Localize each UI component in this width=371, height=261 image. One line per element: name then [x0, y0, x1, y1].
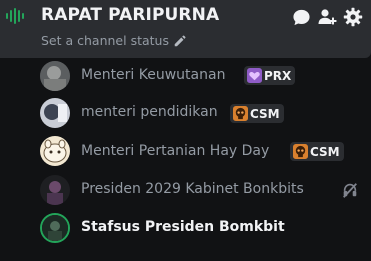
skull-icon — [293, 144, 308, 159]
avatar — [40, 98, 70, 128]
header-actions — [291, 7, 363, 27]
invite-button[interactable] — [317, 7, 337, 27]
member-name: Menteri Keuwutanan — [81, 67, 226, 83]
channel-title: RAPAT PARIPURNA — [41, 5, 220, 25]
guild-tag: CSM — [290, 142, 344, 161]
gear-icon — [343, 7, 363, 27]
voice-channel-panel: RAPAT PARIPURNA Set a channel status Men… — [0, 0, 371, 261]
channel-header: RAPAT PARIPURNA Set a channel status — [0, 0, 371, 58]
guild-tag-label: PRX — [264, 68, 292, 83]
voice-member[interactable]: Menteri Pertanian Hay Day CSM — [0, 132, 371, 171]
member-name: menteri pendidikan — [81, 104, 218, 120]
channel-settings-button[interactable] — [343, 7, 363, 27]
voice-member[interactable]: menteri pendidikan CSM — [0, 94, 371, 132]
heart-icon — [247, 68, 262, 83]
voice-member-list: Menteri Keuwutanan PRX menteri pendidika… — [0, 58, 371, 247]
avatar — [40, 61, 70, 91]
voice-member[interactable]: Stafsus Presiden Bomkbit — [0, 209, 371, 247]
add-user-icon — [318, 9, 337, 25]
avatar — [40, 175, 70, 205]
channel-status-placeholder[interactable]: Set a channel status — [41, 33, 169, 48]
guild-tag: CSM — [230, 104, 284, 123]
avatar — [40, 213, 70, 243]
chat-bubble-icon — [292, 9, 310, 25]
avatar — [40, 136, 70, 166]
open-chat-button[interactable] — [291, 7, 311, 27]
guild-tag-label: CSM — [310, 144, 340, 159]
channel-status-editor[interactable]: Set a channel status — [41, 33, 187, 48]
voice-member[interactable]: Presiden 2029 Kabinet Bonkbits — [0, 171, 371, 209]
voice-channel-icon — [6, 8, 24, 24]
member-name: Stafsus Presiden Bomkbit — [81, 219, 285, 235]
guild-tag-label: CSM — [250, 106, 280, 121]
deafened-icon — [343, 183, 357, 198]
member-name: Presiden 2029 Kabinet Bonkbits — [81, 181, 304, 197]
guild-tag: PRX — [244, 66, 296, 85]
voice-member[interactable]: Menteri Keuwutanan PRX — [0, 58, 371, 94]
skull-icon — [233, 106, 248, 121]
pencil-icon[interactable] — [173, 34, 187, 48]
member-name: Menteri Pertanian Hay Day — [81, 143, 270, 159]
